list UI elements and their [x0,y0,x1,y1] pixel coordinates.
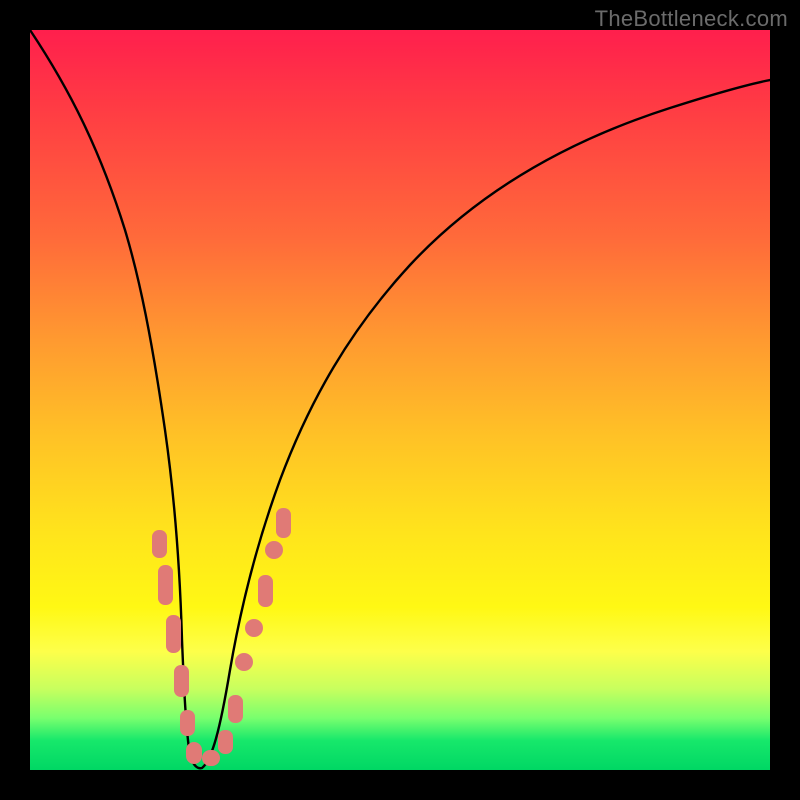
chart-overlay-svg [30,30,770,770]
chart-plot-area [30,30,770,770]
watermark-text: TheBottleneck.com [595,6,788,32]
optimal-marker-cluster [152,508,291,766]
bottleneck-curve [30,30,770,768]
